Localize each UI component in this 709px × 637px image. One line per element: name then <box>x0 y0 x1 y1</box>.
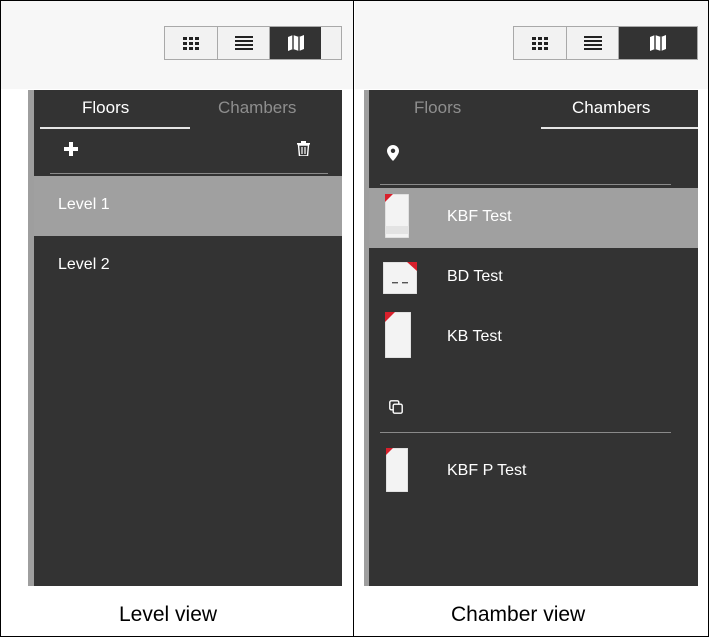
level-view-panel: Floors Chambers Level 1 Level 2 <box>1 1 353 586</box>
floors-sidebar: Floors Chambers Level 1 Level 2 <box>34 90 342 586</box>
chambers-sidebar: Floors Chambers KBF Test BD Test KB Test… <box>369 90 698 586</box>
chamber-item[interactable]: BD Test <box>369 248 698 308</box>
chamber-thumbnail-icon <box>386 448 408 492</box>
chamber-view-panel: Floors Chambers KBF Test BD Test KB Test… <box>355 1 708 586</box>
map-icon <box>287 35 304 51</box>
toolbar-divider <box>50 173 328 174</box>
chamber-thumbnail-icon <box>383 262 417 294</box>
copy-icon <box>389 400 403 414</box>
tab-floors[interactable]: Floors <box>82 98 129 118</box>
tab-floors[interactable]: Floors <box>414 98 461 118</box>
floor-item[interactable]: Level 2 <box>34 236 342 296</box>
unplaced-section-header <box>369 368 698 436</box>
grid-view-button[interactable] <box>165 27 217 59</box>
sidebar-tabs: Floors Chambers <box>34 90 342 130</box>
chamber-thumbnail-icon <box>385 194 409 238</box>
floor-item-label: Level 1 <box>58 196 110 213</box>
chamber-item-label: BD Test <box>447 268 503 285</box>
chamber-item-label: KB Test <box>447 328 502 345</box>
top-toolbar <box>1 1 353 89</box>
list-icon <box>234 36 253 50</box>
view-toggle <box>513 26 698 60</box>
grid-icon <box>183 36 199 50</box>
chamber-item[interactable]: KB Test <box>369 308 698 368</box>
grid-view-button[interactable] <box>514 27 566 59</box>
chamber-item-label: KBF P Test <box>447 462 527 479</box>
chamber-item-label: KBF Test <box>447 208 512 225</box>
level-view-caption: Level view <box>119 603 218 626</box>
top-toolbar <box>355 1 708 89</box>
chamber-view-caption: Chamber view <box>451 603 586 626</box>
chamber-item[interactable]: KBF P Test <box>369 436 698 506</box>
tab-chambers[interactable]: Chambers <box>218 98 296 118</box>
chamber-item[interactable]: KBF Test <box>369 188 698 248</box>
trash-icon[interactable] <box>297 141 310 156</box>
view-toggle <box>164 26 342 60</box>
section-divider <box>380 432 671 433</box>
floor-item-label: Level 2 <box>58 256 110 273</box>
location-pin-icon <box>387 145 399 161</box>
list-view-button[interactable] <box>217 27 269 59</box>
chamber-thumbnail-icon <box>385 312 411 358</box>
floors-toolbar <box>34 130 342 176</box>
plus-icon[interactable] <box>64 142 78 156</box>
section-divider <box>380 184 671 185</box>
located-section-header <box>369 130 698 188</box>
map-icon <box>650 35 666 51</box>
map-view-button[interactable] <box>269 27 321 59</box>
active-tab-underline <box>541 127 698 129</box>
map-view-button[interactable] <box>618 27 697 59</box>
floor-item[interactable]: Level 1 <box>34 176 342 236</box>
panel-divider <box>353 0 354 637</box>
tab-chambers[interactable]: Chambers <box>572 98 650 118</box>
list-view-button[interactable] <box>566 27 618 59</box>
sidebar-tabs: Floors Chambers <box>369 90 698 130</box>
list-icon <box>583 36 602 50</box>
grid-icon <box>532 36 548 50</box>
active-tab-underline <box>40 127 190 129</box>
